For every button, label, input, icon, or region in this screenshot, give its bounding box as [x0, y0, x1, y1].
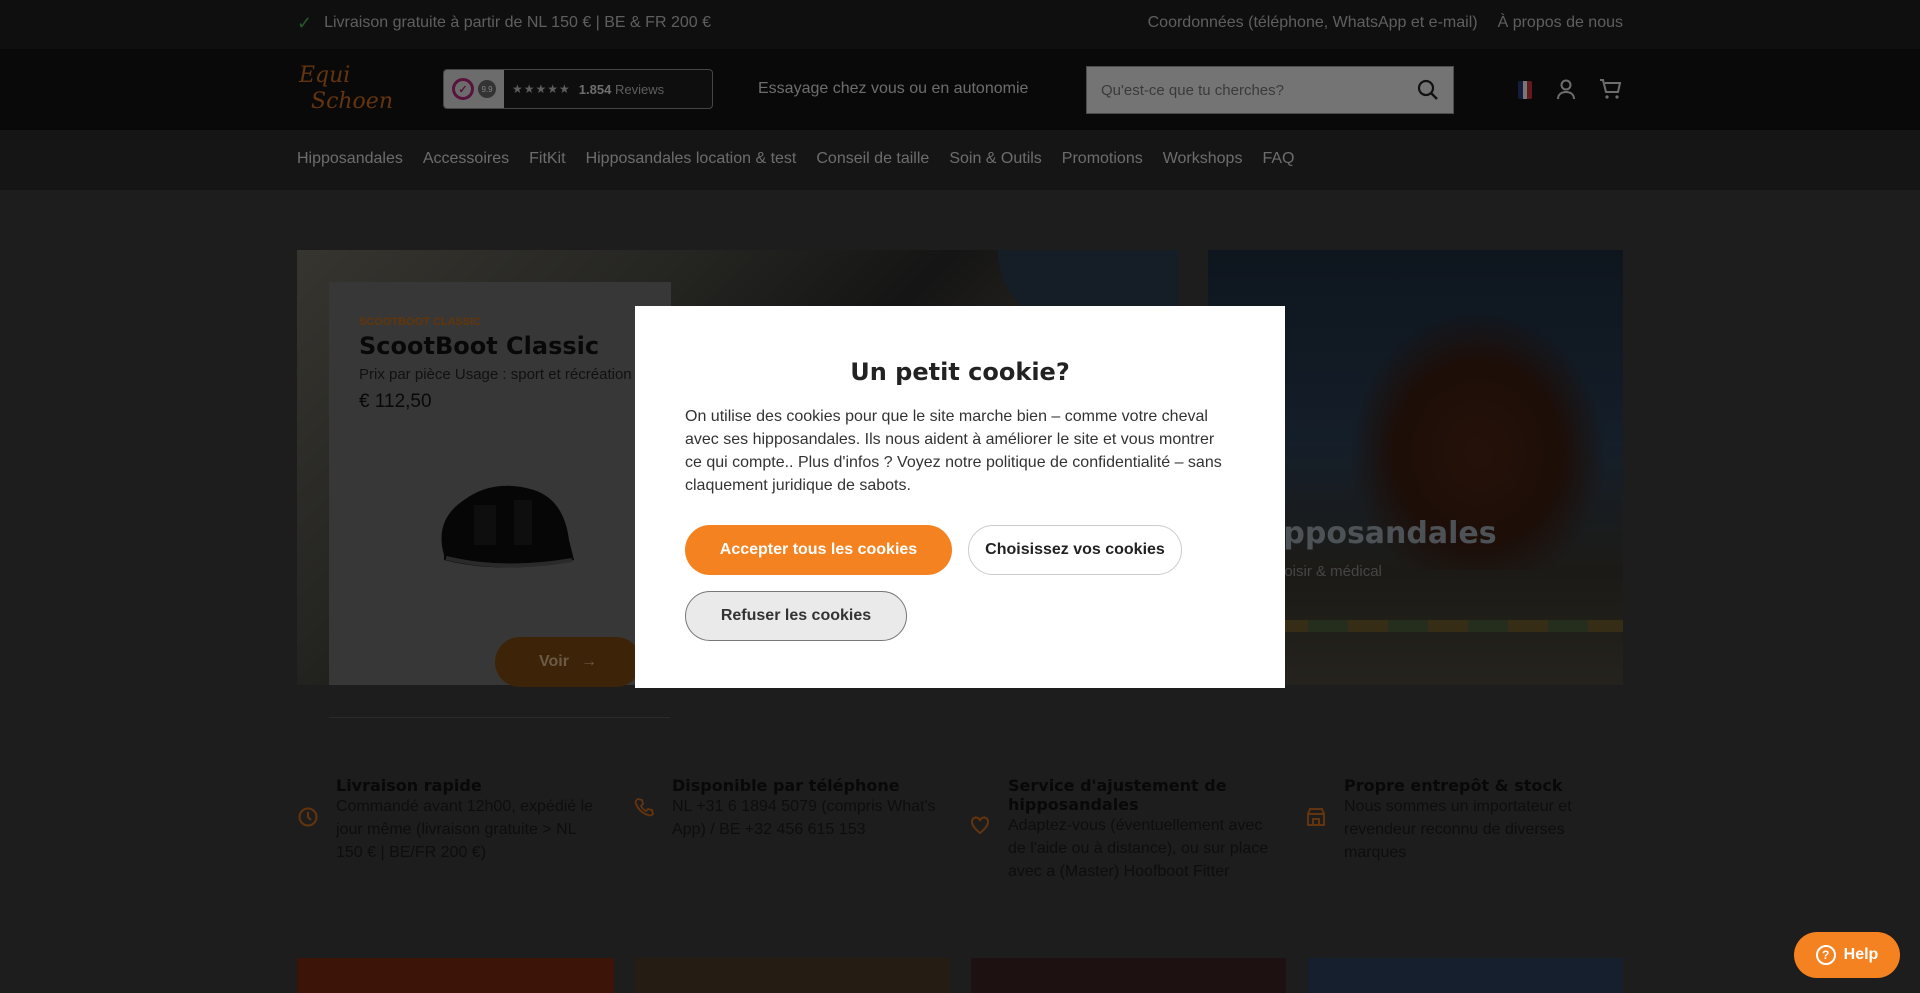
cookie-body: On utilise des cookies pour que le site …: [685, 408, 1222, 494]
cookie-dialog: Un petit cookie? On utilise des cookies …: [635, 306, 1285, 688]
refuse-cookies-button[interactable]: Refuser les cookies: [685, 591, 907, 641]
help-button[interactable]: ? Help: [1794, 932, 1900, 978]
accept-all-cookies-button[interactable]: Accepter tous les cookies: [685, 525, 952, 575]
help-icon: ?: [1815, 945, 1836, 965]
choose-cookies-button[interactable]: Choisissez vos cookies: [968, 525, 1182, 575]
cookie-title: Un petit cookie?: [850, 358, 1070, 386]
